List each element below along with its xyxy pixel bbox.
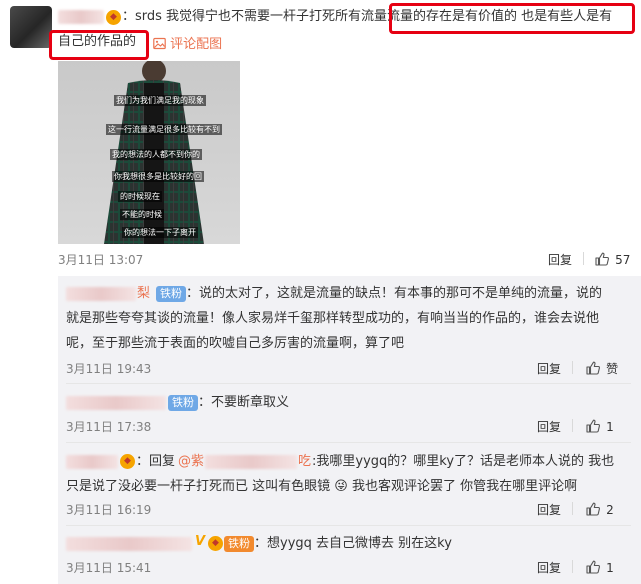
reply-username-redacted[interactable] [66,455,118,469]
like-count: 2 [606,503,614,517]
fan-badge: 铁粉 [156,286,186,302]
comment-image-link[interactable]: 评论配图 [153,34,222,55]
vip-badge-icon: ◆ [106,10,121,25]
fan-badge: 铁粉 [224,536,254,552]
reply-divider [66,383,631,384]
comment-timestamp: 3月11日 13:07 [58,253,144,267]
image-caption: 你我想很多是比较好的回 [112,171,204,182]
fan-badge: 铁粉 [168,395,198,411]
like-button[interactable]: 1 [585,416,614,435]
reply-divider [66,525,631,526]
reply-button[interactable]: 回复 [537,501,561,518]
like-button[interactable]: 2 [585,499,614,518]
thumb-up-icon [585,418,601,434]
username-redacted[interactable] [58,10,104,24]
reply-text-line: 就是那些夸夸其谈的流量！像人家易烊千玺那样转型成功的，有响当当的作品的，谁会去说… [66,311,600,326]
reply-text-line: ：不要断章取义 [198,395,290,410]
image-link-label: 评论配图 [170,37,223,52]
like-label: 赞 [606,362,619,376]
reply-timestamp: 3月11日 17:38 [66,420,152,434]
comment-prefix: ：srds 我觉得宁也不需要一杆子打死所有流量 [122,9,388,24]
like-button[interactable]: 赞 [585,358,618,377]
mention-link-end[interactable]: 吃 [298,451,311,472]
like-count: 1 [606,561,614,575]
image-caption: 这一行流量满足很多比较有不到 [106,124,222,135]
image-caption: 的时候现在 [118,191,162,202]
reply-text-line: 呢，至于那些流于表面的吹嘘自己多厉害的流量啊，算了吧 [66,336,405,351]
reply-text-line: ：说的太对了，这就是流量的缺点！有本事的那可不是单纯的流量，说的 [186,286,603,301]
mention-link[interactable]: @紫 [178,451,204,472]
like-button[interactable]: 57 [594,249,630,268]
reply-username-redacted[interactable] [66,287,136,301]
reply-to-label: ：回复 [136,454,176,469]
thumb-up-icon [585,360,601,376]
wink-emoji-icon: 😜 [334,479,348,494]
thumb-up-icon [594,251,610,267]
image-caption: 我的想法的人都不到你的 [110,149,202,160]
separator [583,252,584,265]
reply-text-line: :我哪里yygq的？哪里ky了？话是老师本人说的 我也 [312,454,615,469]
thumb-up-icon [585,501,601,517]
reply-button[interactable]: 回复 [537,418,561,435]
verified-v-icon: V [195,534,206,549]
reply-divider [66,442,631,443]
reply-timestamp: 3月11日 16:19 [66,503,152,517]
reply-timestamp: 3月11日 15:41 [66,561,152,575]
like-count: 1 [606,420,614,434]
vip-badge-icon: ◆ [120,454,135,469]
separator [572,560,573,573]
reply-button[interactable]: 回复 [548,251,572,268]
vip-badge-icon: ◆ [208,536,223,551]
reply-name-tail[interactable]: 梨 [137,283,150,304]
thumb-up-icon [585,559,601,575]
image-caption: 不能的时候 [120,209,164,220]
image-caption: 我们为我们满足我的现象 [114,95,206,106]
reply-button[interactable]: 回复 [537,360,561,377]
reply-text-line: ：想yygq 去自己微博去 别在这ky [254,536,452,551]
reply-username-redacted[interactable] [66,537,192,551]
like-button[interactable]: 1 [585,557,614,576]
separator [572,361,573,374]
like-count: 57 [615,253,631,267]
reply-timestamp: 3月11日 19:43 [66,362,152,376]
comment-image[interactable]: 我们为我们满足我的现象 这一行流量满足很多比较有不到 我的想法的人都不到你的 你… [58,61,240,244]
mention-redacted[interactable] [205,455,297,469]
separator [572,419,573,432]
picture-icon [153,37,166,50]
reply-username-redacted[interactable] [66,396,166,410]
reply-text-line: 只是说了没必要一杆子打死而已 这叫有色眼镜 😜 我也客观评论罢了 你管我在哪里评… [66,476,577,497]
separator [572,502,573,515]
highlight-box-2 [49,30,149,60]
reply-text-segment: 我也客观评论罢了 你管我在哪里评论啊 [351,479,578,494]
user-avatar[interactable] [10,6,52,48]
highlight-box [389,3,635,34]
reply-text-segment: 只是说了没必要一杆子打死而已 这叫有色眼镜 [66,479,331,494]
image-caption: 你的想法一下子离开 [122,227,198,238]
reply-button[interactable]: 回复 [537,559,561,576]
